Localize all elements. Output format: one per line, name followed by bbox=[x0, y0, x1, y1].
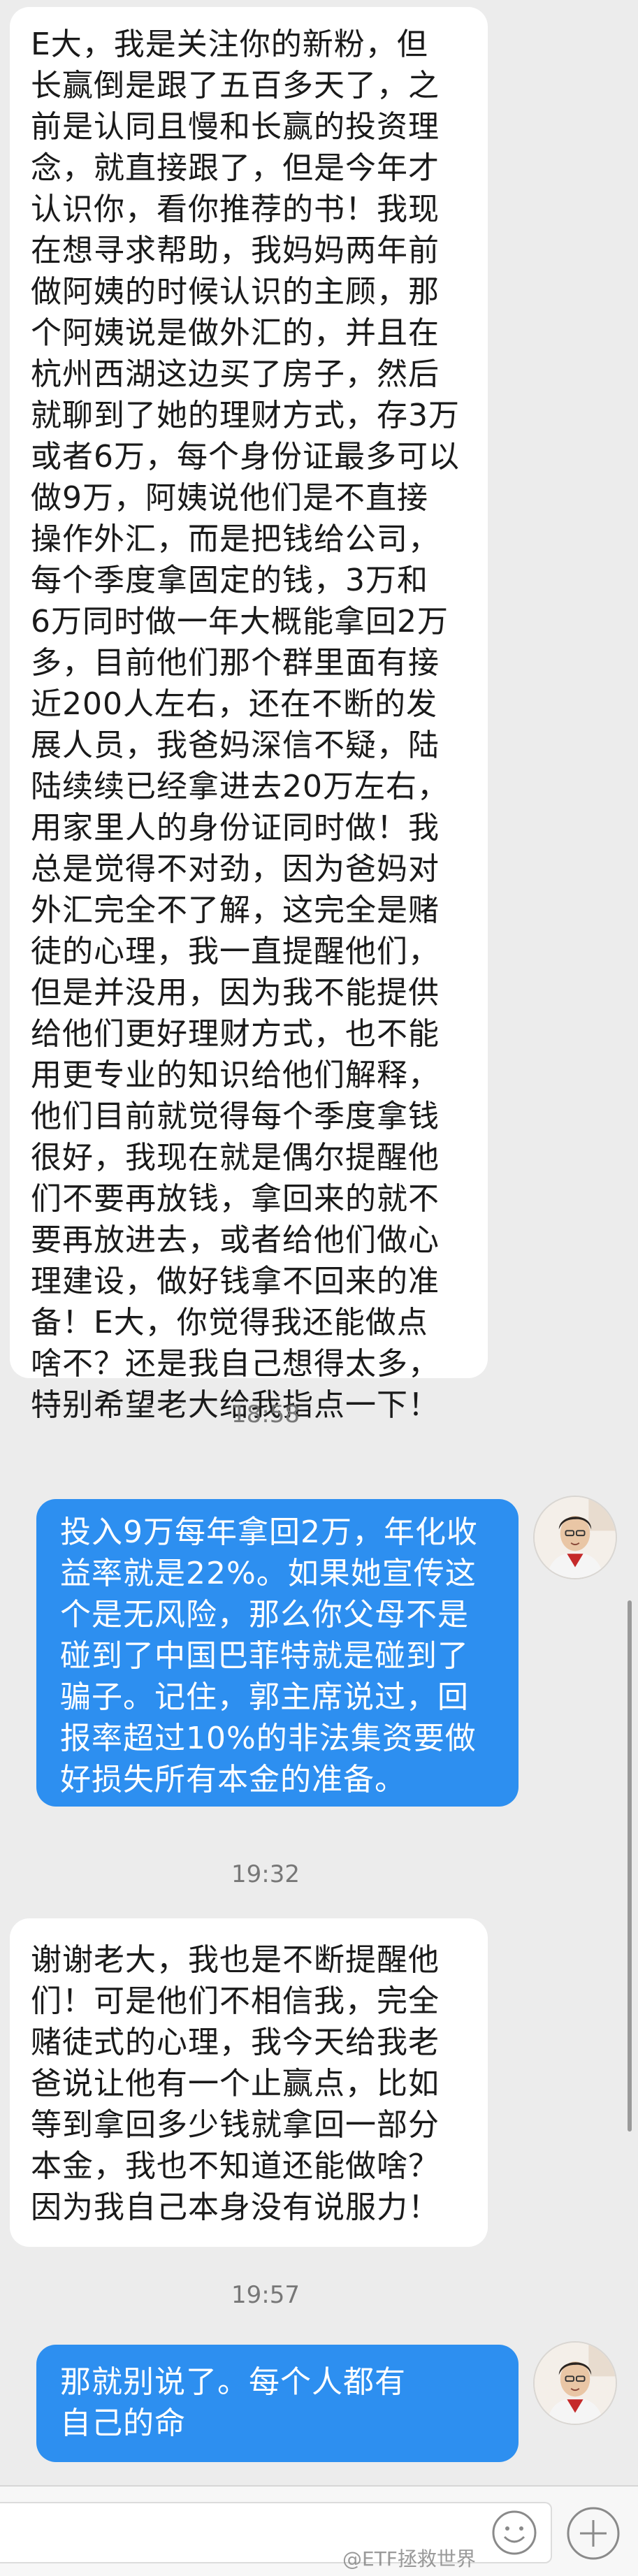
emoji-icon[interactable] bbox=[489, 2508, 539, 2558]
watermark: @ETF拯救世界 bbox=[342, 2547, 476, 2570]
chat-window: E大，我是关注你的新粉，但 长赢倒是跟了五百多天了，之 前是认同且慢和长赢的投资… bbox=[0, 0, 638, 2576]
timestamp: 19:32 bbox=[231, 1860, 300, 1888]
input-bar bbox=[0, 2485, 638, 2576]
avatar-icon[interactable] bbox=[533, 1496, 617, 1579]
message-bubble-outgoing: 那就别说了。每个人都有 自己的命 bbox=[36, 2345, 519, 2462]
message-bubble-incoming: E大，我是关注你的新粉，但 长赢倒是跟了五百多天了，之 前是认同且慢和长赢的投资… bbox=[10, 7, 488, 1423]
timestamp: 19:57 bbox=[231, 2281, 300, 2309]
scrollbar[interactable] bbox=[628, 1600, 632, 2132]
message-bubble-incoming: 谢谢老大，我也是不断提醒他 们！可是他们不相信我，完全 赌徒式的心理，我今天给我… bbox=[10, 1918, 488, 2247]
avatar-icon[interactable] bbox=[533, 2341, 617, 2425]
timestamp: 18:58 bbox=[231, 1401, 300, 1428]
message-bubble-outgoing: 投入9万每年拿回2万，年化收 益率就是22%。如果她宣传这 个是无风险，那么你父… bbox=[36, 1499, 519, 1807]
plus-icon[interactable] bbox=[565, 2505, 622, 2562]
